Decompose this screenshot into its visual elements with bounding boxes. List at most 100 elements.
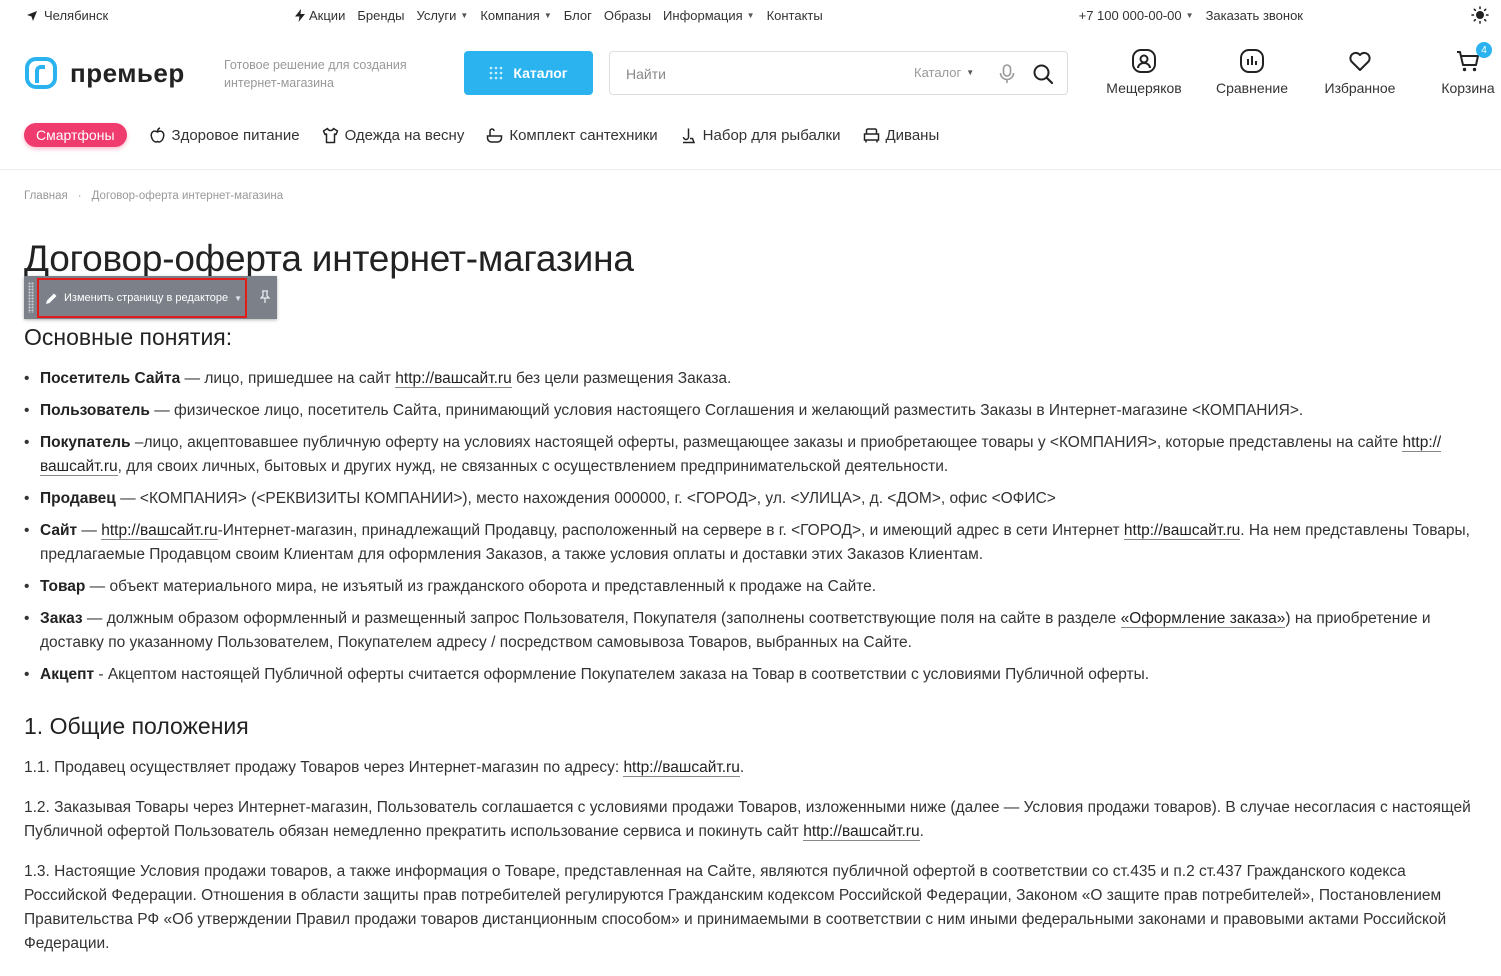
breadcrumb-current: Договор-оферта интернет-магазина [91,190,284,202]
breadcrumb-home[interactable]: Главная [24,190,68,202]
tag-fishing[interactable]: Набор для рыбалки [680,127,841,144]
cart-count-badge: 4 [1476,42,1492,58]
paragraph: 1.1. Продавец осуществляет продажу Товар… [24,756,1474,780]
list-item: Сайт — http://вашсайт.ru-Интернет-магази… [24,519,1474,567]
tag-label: Одежда на весну [344,126,465,144]
header: премьер Готовое решение для создания инт… [0,40,1501,108]
tag-plumbing[interactable]: Комплект сантехники [486,126,658,144]
chevron-down-icon: ▼ [234,293,243,303]
logo-mark-icon [25,57,57,89]
logo[interactable]: премьер [24,56,185,90]
list-item: Продавец — <КОМПАНИЯ> (<РЕКВИЗИТЫ КОМПАН… [24,487,1474,511]
nav-item-label: Компания [480,8,540,23]
term-name: Продавец [40,490,116,507]
term-text: , для своих личных, бытовых и других нуж… [117,458,949,475]
site-link[interactable]: http://вашсайт.ru [1123,522,1241,540]
article: Основные понятия: Посетитель Сайта — лиц… [24,324,1474,956]
apple-icon [150,126,164,143]
cart-button[interactable]: 4 Корзина [1414,42,1501,102]
nav-item-contacts[interactable]: Контакты [767,8,823,23]
paragraph-text: 1.1. Продавец осуществляет продажу Товар… [24,759,624,776]
term-text: — должным образом оформленный и размещен… [82,610,1121,627]
pencil-icon [46,293,57,304]
tag-healthy-food[interactable]: Здоровое питание [149,127,300,144]
nav-item-services[interactable]: Услуги ▼ [416,8,468,23]
paragraph-text: . [919,823,924,840]
term-name: Акцепт [40,666,95,683]
tag-label: Здоровое питание [171,126,300,144]
catalog-button-label: Каталог [513,65,568,81]
nav-item-label: Услуги [416,8,457,23]
list-item: Акцепт - Акцептом настоящей Публичной оф… [24,663,1474,687]
phone-dropdown[interactable]: +7 100 000-00-00 ▼ [1079,8,1194,23]
pin-icon[interactable] [260,290,270,304]
tag-spring-clothes[interactable]: Одежда на весну [322,126,465,144]
compare-button[interactable]: Сравнение [1198,48,1306,102]
logo-text: премьер [70,57,185,88]
tag-label: Комплект сантехники [509,126,658,144]
page-title: Договор-оферта интернет-магазина [24,238,634,279]
top-contacts: +7 100 000-00-00 ▼ Заказать звонок [1079,8,1303,23]
tag-smartphones[interactable]: Смартфоны [24,123,127,147]
nav-item-info[interactable]: Информация ▼ [663,8,755,23]
section-heading-general: 1. Общие положения [24,713,249,739]
term-name: Покупатель [40,434,131,451]
slogan: Готовое решение для создания интернет-ма… [224,58,407,90]
term-text: –лицо, акцептовавшее публичную оферту на… [130,434,1403,451]
chevron-down-icon: ▼ [543,11,552,20]
search-scope-select[interactable]: Каталог ▼ [914,65,974,80]
term-text: — физическое лицо, посетитель Сайта, при… [149,402,1304,419]
search-box: Каталог ▼ [609,51,1068,95]
grid-icon [490,66,503,80]
nav-item-label: Блог [563,8,592,23]
theme-toggle-icon[interactable] [1471,6,1489,24]
chevron-down-icon: ▼ [746,11,755,20]
microphone-icon[interactable] [998,64,1016,84]
top-nav: Акции Бренды Услуги ▼ Компания ▼ Блог Обра… [295,8,823,23]
list-item: Пользователь — физическое лицо, посетите… [24,399,1474,423]
site-link[interactable]: http://вашсайт.ru [803,823,920,841]
checkout-link[interactable]: «Оформление заказа» [1120,610,1286,628]
list-item: Товар — объект материального мира, не из… [24,575,1474,599]
nav-item-looks[interactable]: Образы [604,8,651,23]
bathtub-icon [487,127,503,143]
edit-page-button[interactable]: Изменить страницу в редакторе ▼ [37,278,247,318]
callback-link[interactable]: Заказать звонок [1206,8,1303,23]
search-input[interactable] [626,62,886,86]
term-text: — лицо, пришедшее на сайт [180,370,396,387]
search-scope-label: Каталог [914,65,962,80]
term-text: — <КОМПАНИЯ> (<РЕКВИЗИТЫ КОМПАНИИ>), мес… [115,490,1056,507]
nav-item-promo[interactable]: Акции [295,8,345,23]
nav-item-blog[interactable]: Блог [564,8,592,23]
term-text: — объект материального мира, не изъятый … [85,578,877,595]
site-link[interactable]: http://вашсайт.ru [395,370,512,388]
nav-item-brands[interactable]: Бренды [357,8,404,23]
favorites-button[interactable]: Избранное [1306,48,1414,102]
site-link[interactable]: http://вашсайт.ru [101,522,218,540]
profile-button[interactable]: Мещеряков [1090,48,1198,102]
nav-item-label: Акции [309,8,346,23]
chevron-down-icon: ▼ [1185,11,1194,20]
nav-item-label: Информация [663,8,743,23]
list-item: Посетитель Сайта — лицо, пришедшее на са… [24,367,1474,391]
tag-label: Набор для рыбалки [702,126,841,144]
term-name: Заказ [40,610,83,627]
compare-icon [1240,49,1264,73]
quick-tags: Смартфоны Здоровое питание Одежда на вес… [24,123,939,147]
favorites-label: Избранное [1324,80,1396,96]
profile-label: Мещеряков [1106,80,1182,96]
term-text: — [77,522,102,539]
search-icon[interactable] [1032,63,1054,85]
location-arrow-icon [27,10,37,21]
nav-item-company[interactable]: Компания ▼ [480,8,551,23]
catalog-button[interactable]: Каталог [464,51,593,95]
header-actions: Мещеряков Сравнение Избранное 4 Корзина [1090,42,1501,102]
site-link[interactable]: http://вашсайт.ru [623,759,740,777]
city-selector[interactable]: Челябинск [26,8,108,23]
phone-number: +7 100 000-00-00 [1078,8,1182,23]
compare-label: Сравнение [1216,80,1288,96]
term-name: Сайт [40,522,78,539]
tag-sofas[interactable]: Диваны [863,127,939,144]
editor-panel: Изменить страницу в редакторе ▼ [24,276,277,319]
drag-handle[interactable] [28,282,34,313]
